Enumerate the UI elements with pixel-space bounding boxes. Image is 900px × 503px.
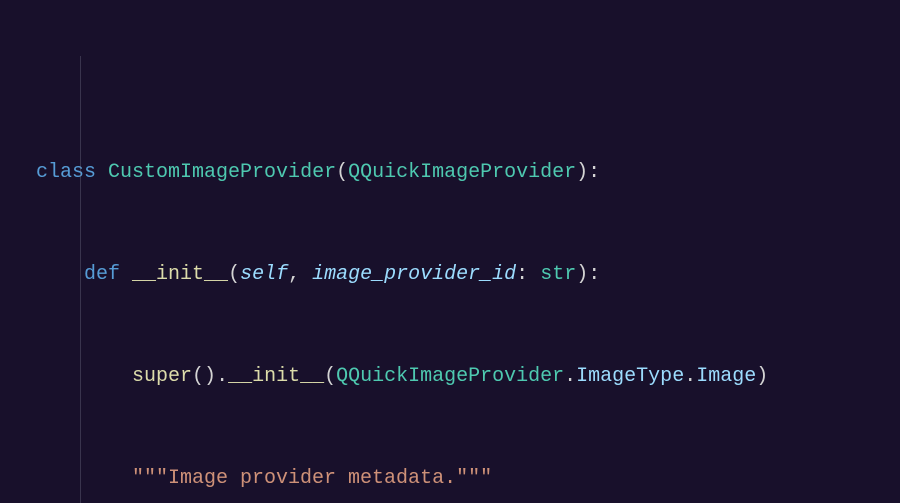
code-line: """Image provider metadata.""" [36,462,900,496]
method-init: __init__ [228,365,324,388]
code-line: def __init__(self, image_provider_id: st… [36,258,900,292]
param-image-provider-id: image_provider_id [312,263,516,286]
keyword-def: def [84,263,120,286]
attr-imagetype: ImageType [576,365,684,388]
func-super: super [132,365,192,388]
paren-open: ( [336,161,348,184]
docstring-metadata: """Image provider metadata.""" [132,467,492,490]
paren-close: ) [576,161,588,184]
param-self: self [240,263,288,286]
keyword-class: class [36,161,96,184]
attr-image: Image [696,365,756,388]
func-init: __init__ [132,263,228,286]
type-str: str [540,263,576,286]
code-editor[interactable]: class CustomImageProvider(QQuickImagePro… [0,0,900,503]
colon: : [588,161,600,184]
qquick-provider: QQuickImageProvider [336,365,564,388]
code-line: super().__init__(QQuickImageProvider.Ima… [36,360,900,394]
class-name: CustomImageProvider [108,161,336,184]
indent-guide [80,56,81,503]
base-class: QQuickImageProvider [348,161,576,184]
code-line: class CustomImageProvider(QQuickImagePro… [36,156,900,190]
